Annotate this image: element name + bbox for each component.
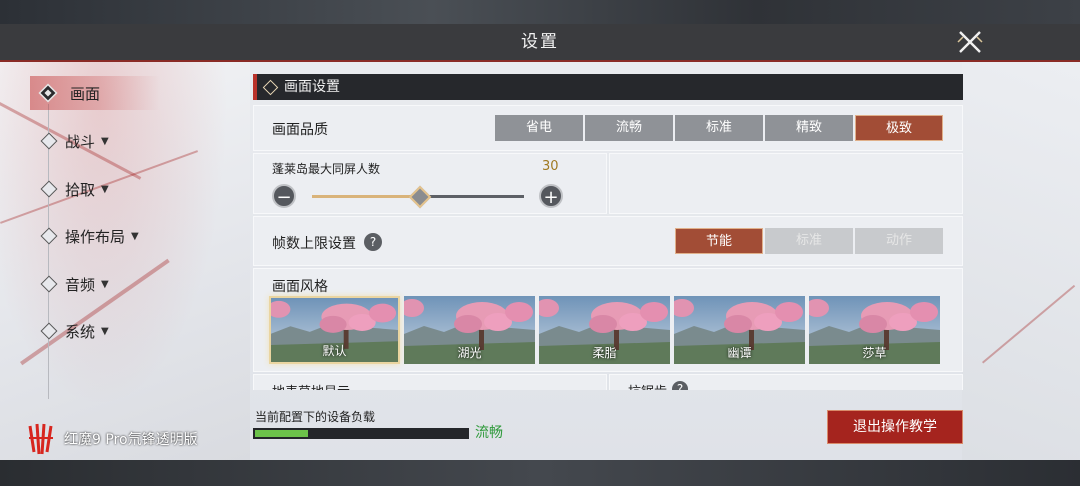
framerate-label: 帧数上限设置 xyxy=(272,236,356,252)
chevron-down-icon: ▼ xyxy=(101,325,109,337)
chevron-down-icon: ▼ xyxy=(131,230,139,242)
empty-cell xyxy=(609,153,963,214)
quality-option[interactable]: 流畅 xyxy=(585,115,673,141)
settings-title: 设置 xyxy=(521,32,559,52)
diamond-icon xyxy=(40,275,58,293)
style-option-label: 幽谭 xyxy=(727,346,752,360)
sidebar-item-label: 战斗 xyxy=(65,132,96,151)
sidebar-item-label: 拾取 xyxy=(65,180,96,199)
brand-watermark: 红魔9 Pro氘锋透明版 xyxy=(26,422,198,456)
section-header: 画面设置 xyxy=(253,74,963,100)
game-background-top xyxy=(0,0,1080,24)
slider-fill xyxy=(312,195,418,198)
sidebar-item-label: 音频 xyxy=(65,275,96,294)
help-icon[interactable]: ? xyxy=(364,233,382,251)
quality-row: 画面品质 省电 流畅 标准 精致 极致 xyxy=(253,105,963,151)
device-load-fill xyxy=(255,430,308,437)
sidebar-item-label: 画面 xyxy=(70,84,101,103)
style-option[interactable]: 幽谭 xyxy=(674,296,805,364)
settings-dialog: 画面 战斗 ▼ 拾取 ▼ 操作布局 ▼ 音频 ▼ 系统 ▼ 画面设置 画面品质 … xyxy=(0,62,1080,460)
framerate-option[interactable]: 动作 xyxy=(855,228,943,254)
chevron-down-icon: ▼ xyxy=(101,135,109,147)
sidebar-item-display[interactable]: 画面 xyxy=(62,79,100,107)
max-players-row: 蓬莱岛最大同屏人数 30 − + xyxy=(253,153,607,214)
section-title: 画面设置 xyxy=(284,79,340,95)
left-decoration xyxy=(0,62,250,460)
sidebar-item-label: 操作布局 xyxy=(65,227,126,246)
diamond-icon xyxy=(40,227,58,245)
sidebar-item-controls-layout[interactable]: 操作布局 ▼ xyxy=(38,222,139,250)
style-option-label: 莎草 xyxy=(862,346,887,360)
style-label: 画面风格 xyxy=(272,279,328,295)
style-option[interactable]: 柔脂 xyxy=(539,296,670,364)
title-bar: 设置 xyxy=(0,24,1080,62)
device-load-status: 流畅 xyxy=(475,425,503,441)
sidebar-item-system[interactable]: 系统 ▼ xyxy=(38,317,109,345)
framerate-option[interactable]: 标准 xyxy=(765,228,853,254)
brand-text: 红魔9 Pro氘锋透明版 xyxy=(64,432,198,448)
style-options: 默认 湖光 柔脂 幽谭 莎草 xyxy=(269,296,940,364)
close-button[interactable] xyxy=(955,28,985,56)
max-players-slider[interactable] xyxy=(312,185,524,209)
quality-option[interactable]: 极致 xyxy=(855,115,943,141)
decrease-button[interactable]: − xyxy=(272,184,296,208)
right-decoration xyxy=(962,62,1080,460)
style-option[interactable]: 莎草 xyxy=(809,296,940,364)
diamond-icon xyxy=(40,132,58,150)
framerate-option[interactable]: 节能 xyxy=(675,228,763,254)
diamond-icon xyxy=(40,180,58,198)
quality-option[interactable]: 标准 xyxy=(675,115,763,141)
style-option-label: 柔脂 xyxy=(592,346,617,360)
framerate-selector: 节能 标准 动作 xyxy=(675,228,943,254)
help-icon[interactable]: ? xyxy=(672,381,688,390)
sidebar-item-combat[interactable]: 战斗 ▼ xyxy=(38,127,109,155)
quality-label: 画面品质 xyxy=(272,122,328,138)
sidebar-item-audio[interactable]: 音频 ▼ xyxy=(38,270,109,298)
style-option-label: 湖光 xyxy=(457,346,482,360)
sidebar-item-label: 系统 xyxy=(65,322,96,341)
quality-option[interactable]: 精致 xyxy=(765,115,853,141)
close-icon xyxy=(957,31,983,53)
exit-tutorial-button[interactable]: 退出操作教学 xyxy=(827,410,963,444)
settings-content: 画面设置 画面品质 省电 流畅 标准 精致 极致 蓬莱岛最大同屏人数 30 − + 帧数… xyxy=(253,74,963,390)
red-magic-logo-icon xyxy=(28,423,53,455)
active-diamond-icon xyxy=(38,83,58,103)
antialias-label: 抗锯齿 xyxy=(628,381,667,390)
plus-icon: + xyxy=(543,187,559,208)
antialias-row: 抗锯齿 ? xyxy=(609,374,963,390)
sidebar-item-pickup[interactable]: 拾取 ▼ xyxy=(38,175,109,203)
increase-button[interactable]: + xyxy=(539,184,563,208)
quality-option[interactable]: 省电 xyxy=(495,115,583,141)
grass-label: 地表草地显示 xyxy=(272,381,350,390)
style-option[interactable]: 默认 xyxy=(269,296,400,364)
diamond-icon xyxy=(262,79,279,96)
diamond-icon xyxy=(40,322,58,340)
device-load-bar xyxy=(253,428,469,439)
chevron-down-icon: ▼ xyxy=(101,183,109,195)
grass-row: 地表草地显示 xyxy=(253,374,607,390)
framerate-row: 帧数上限设置 ? 节能 标准 动作 xyxy=(253,216,963,266)
minus-icon: − xyxy=(276,187,292,208)
chevron-down-icon: ▼ xyxy=(101,278,109,290)
game-background-bottom xyxy=(0,460,1080,486)
slider-thumb[interactable] xyxy=(408,185,432,209)
style-option-label: 默认 xyxy=(322,344,347,358)
device-load-label: 当前配置下的设备负载 xyxy=(255,410,376,424)
max-players-value: 30 xyxy=(542,159,559,174)
max-players-label: 蓬莱岛最大同屏人数 xyxy=(272,162,381,176)
quality-selector: 省电 流畅 标准 精致 极致 xyxy=(495,115,943,141)
style-option[interactable]: 湖光 xyxy=(404,296,535,364)
section-accent-bar xyxy=(253,74,257,100)
